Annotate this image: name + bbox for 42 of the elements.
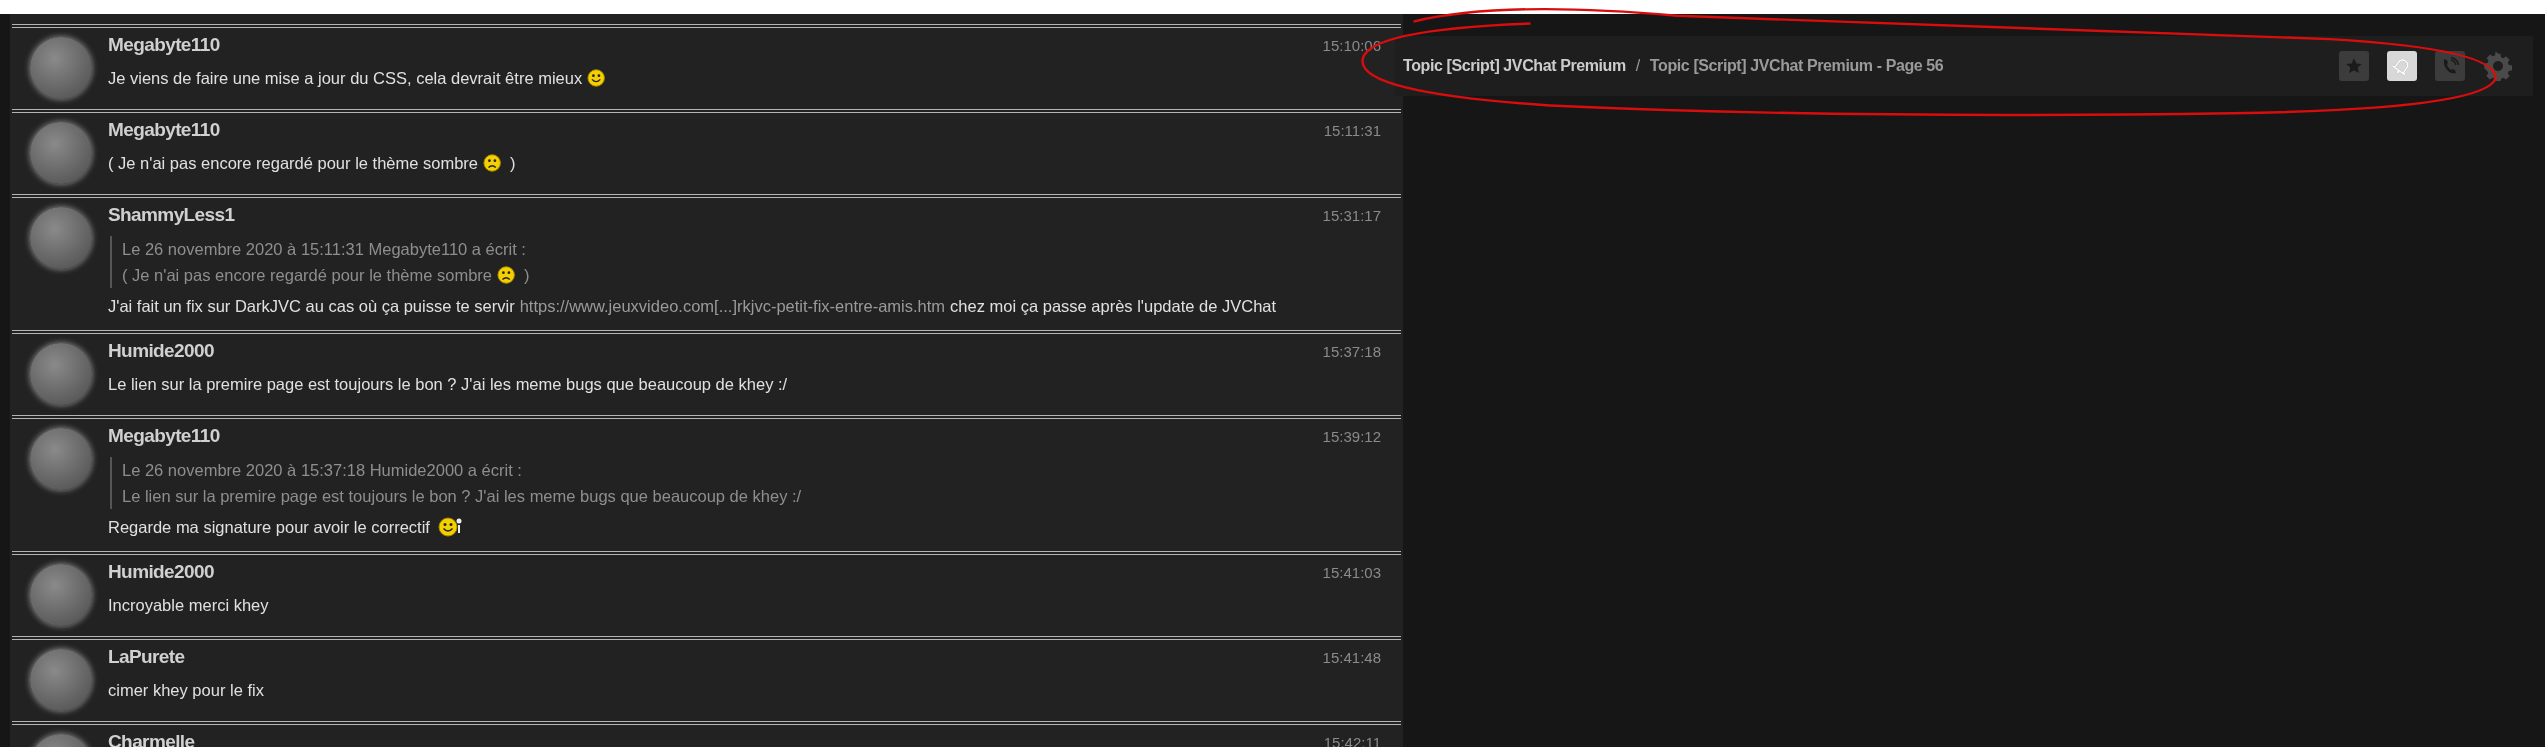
avatar: [30, 122, 92, 184]
avatar: [30, 343, 92, 405]
star-icon: [2345, 57, 2363, 75]
message-text: chez moi ça passe après l'update de JVChat: [950, 296, 1277, 317]
message-time: 15:41:03: [1322, 564, 1381, 581]
avatar: [30, 37, 92, 99]
quote-text: ( Je n'ai pas encore regardé pour le thème sombre: [122, 265, 493, 286]
author-name[interactable]: Megabyte110: [108, 119, 220, 141]
avatar: [30, 428, 92, 490]
author-name[interactable]: Humide2000: [108, 340, 214, 362]
author-name[interactable]: LaPurete: [108, 646, 185, 668]
message-text: ): [510, 153, 516, 174]
author-name[interactable]: Megabyte110: [108, 425, 220, 447]
author-name[interactable]: Megabyte110: [108, 34, 220, 56]
message-link[interactable]: https://www.jeuxvideo.com[...]rkjvc-petit-fix-entre-amis.htm: [519, 292, 946, 320]
phone-button[interactable]: [2435, 51, 2465, 81]
message-text: Le lien sur la premire page est toujours le bon ? J'ai les meme bugs que beaucoup de khey :/: [108, 374, 788, 395]
message-text: Je viens de faire une mise a jour du CSS, cela devrait être mieux: [108, 68, 583, 89]
message-text: J'ai fait un fix sur DarkJVC au cas où ça puisse te servir: [108, 296, 515, 317]
author-name[interactable]: Humide2000: [108, 561, 214, 583]
quote-header: Le 26 novembre 2020 à 15:11:31 Megabyte110 a écrit :: [122, 239, 526, 260]
quote-text: Le lien sur la premire page est toujours le bon ? J'ai les meme bugs que beaucoup de khey :/: [122, 486, 802, 507]
quote-header: Le 26 novembre 2020 à 15:37:18 Humide2000 a écrit :: [122, 460, 522, 481]
settings-button[interactable]: [2483, 51, 2513, 81]
message-time: 15:39:12: [1322, 428, 1381, 445]
message-time: 15:11:31: [1323, 122, 1381, 139]
message-text: Incroyable merci khey: [108, 595, 269, 616]
message-time: 15:31:17: [1322, 207, 1381, 224]
breadcrumb-separator: /: [1635, 57, 1640, 75]
message-text: cimer khey pour le fix: [108, 680, 264, 701]
breadcrumb-link[interactable]: Topic [Script] JVChat Premium: [1403, 57, 1626, 75]
message-text: ( Je n'ai pas encore regardé pour le thème sombre: [108, 153, 479, 174]
author-name[interactable]: ShammyLess1: [108, 204, 235, 226]
bell-icon: [2392, 56, 2412, 76]
message-time: 15:41:48: [1322, 649, 1381, 666]
breadcrumb-current: Topic [Script] JVChat Premium - Page 56: [1649, 57, 1944, 75]
message-text: Regarde ma signature pour avoir le correctif: [108, 517, 430, 538]
quote-text: ): [524, 265, 530, 286]
message-time: 15:37:18: [1322, 343, 1381, 360]
avatar: [30, 564, 92, 626]
avatar: [30, 207, 92, 269]
avatar: [30, 649, 92, 711]
